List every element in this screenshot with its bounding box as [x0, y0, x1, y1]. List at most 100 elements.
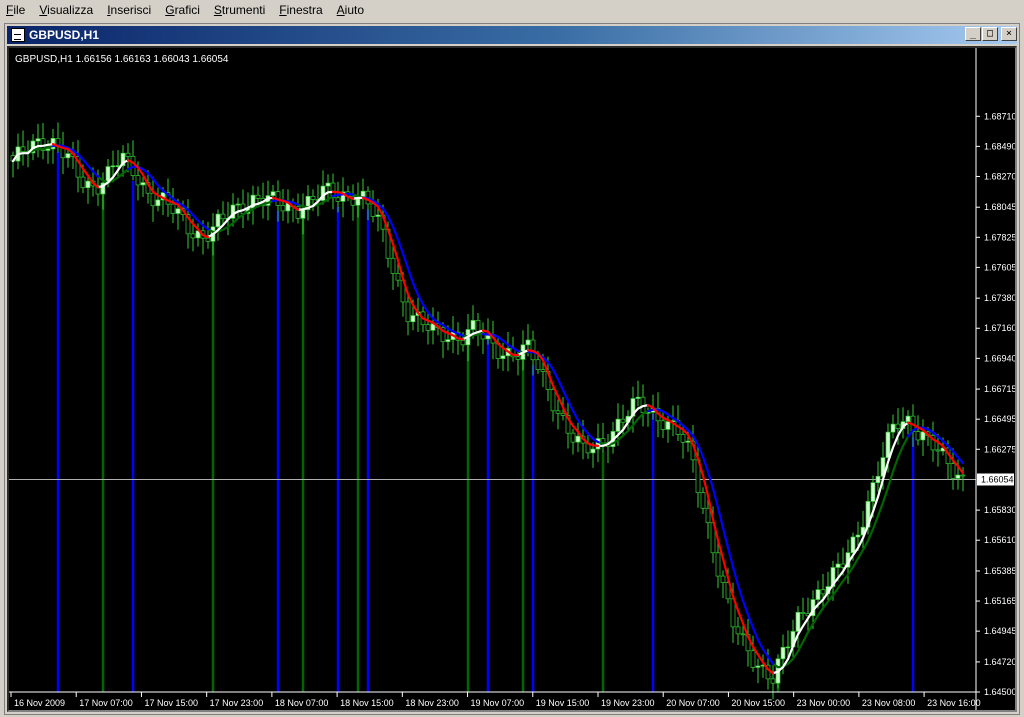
bear-candle [555, 410, 561, 414]
chart-window-icon [11, 28, 25, 42]
bull-candle [355, 198, 361, 206]
ma-white-line [11, 143, 910, 675]
bull-candle [65, 153, 71, 159]
time-axis-ticks: 16 Nov 2009 17 Nov 07:00 17 Nov 15:00 17 No… [10, 692, 981, 708]
bull-candle [375, 214, 381, 217]
bear-candle [405, 301, 411, 323]
bull-candle [780, 647, 786, 660]
time-tick-label: 16 Nov 2009 [14, 698, 65, 708]
bear-candle [425, 324, 431, 331]
bear-candle [750, 650, 756, 668]
maximize-button[interactable]: □ [982, 27, 998, 41]
bull-candle [525, 339, 531, 346]
time-tick-label: 23 Nov 00:00 [797, 698, 851, 708]
bull-candle [855, 534, 861, 538]
bear-candle [950, 463, 956, 479]
price-axis-ticks: 1.68710 1.68490 1.68270 1.68045 1.67825 1.676… [976, 111, 1017, 697]
chart-area[interactable]: GBPUSD,H1 1.66156 1.66163 1.66043 1.6605… [7, 46, 1017, 712]
price-tick-label: 1.66275 [984, 444, 1015, 454]
bull-candle [590, 448, 596, 454]
bear-candle [535, 359, 541, 371]
bull-candle [470, 320, 476, 330]
window-title: GBPUSD,H1 [29, 28, 100, 42]
bear-candle [560, 412, 566, 416]
bull-candle [875, 475, 881, 483]
price-chart[interactable]: GBPUSD,H1 1.66156 1.66163 1.66043 1.6605… [9, 48, 1017, 710]
chart-window: GBPUSD,H1 _ □ × GBPUSD,H1 1.66156 1.6616… [4, 23, 1020, 715]
price-tick-label: 1.65830 [984, 505, 1015, 515]
bear-candle [170, 203, 176, 214]
bull-candle [665, 421, 671, 430]
bear-candle [550, 389, 556, 412]
bull-candle [325, 182, 331, 187]
price-tick-label: 1.66495 [984, 414, 1015, 424]
bull-candle [215, 213, 221, 228]
close-button[interactable]: × [1001, 27, 1017, 41]
metatrader-app: File Visualizza Inserisci Grafici Strume… [0, 0, 1024, 717]
bear-candle [705, 507, 711, 524]
menu-view[interactable]: Visualizza [33, 0, 101, 20]
menu-file[interactable]: File [0, 0, 33, 20]
price-tick-label: 1.64945 [984, 626, 1015, 636]
price-tick-label: 1.68270 [984, 171, 1015, 181]
bear-candle [190, 233, 196, 239]
menu-charts[interactable]: Grafici [159, 0, 208, 20]
bull-candle [445, 339, 451, 343]
bear-candle [370, 203, 376, 217]
bull-candle [235, 203, 241, 206]
bull-candle [885, 431, 891, 458]
bull-candle [270, 191, 276, 196]
bear-candle [660, 420, 666, 430]
bear-candle [895, 423, 901, 429]
menu-insert[interactable]: Inserisci [101, 0, 159, 20]
window-titlebar[interactable]: GBPUSD,H1 _ □ × [7, 26, 1017, 44]
price-tick-label: 1.64720 [984, 657, 1015, 667]
menu-window[interactable]: Finestra [273, 0, 330, 20]
menu-tools[interactable]: Strumenti [208, 0, 273, 20]
bull-candle [155, 199, 161, 207]
time-tick-label: 17 Nov 15:00 [144, 698, 198, 708]
price-tick-label: 1.66715 [984, 384, 1015, 394]
current-price-value: 1.66054 [981, 474, 1014, 484]
price-tick-label: 1.65610 [984, 535, 1015, 545]
bull-candle [870, 482, 876, 502]
bear-candle [220, 213, 226, 220]
bear-candle [735, 626, 741, 635]
time-tick-label: 23 Nov 08:00 [862, 698, 916, 708]
minimize-button[interactable]: _ [965, 27, 981, 41]
bull-candle [110, 165, 116, 168]
price-tick-label: 1.68045 [984, 202, 1015, 212]
menu-help[interactable]: Aiuto [331, 0, 372, 20]
bear-candle [205, 237, 211, 242]
price-tick-label: 1.64500 [984, 687, 1015, 697]
bear-candle [135, 175, 141, 186]
price-tick-label: 1.67605 [984, 262, 1015, 272]
bull-candle [615, 418, 621, 432]
time-tick-label: 18 Nov 15:00 [340, 698, 394, 708]
bull-candle [575, 435, 581, 443]
bear-candle [935, 449, 941, 452]
bear-candle [460, 339, 466, 346]
bear-candle [800, 612, 806, 614]
time-tick-label: 19 Nov 15:00 [536, 698, 590, 708]
bull-candle [755, 665, 761, 668]
price-tick-label: 1.65165 [984, 596, 1015, 606]
ma-green-line [11, 144, 910, 669]
price-tick-label: 1.67825 [984, 232, 1015, 242]
bear-candle [515, 356, 521, 360]
price-tick-label: 1.68710 [984, 111, 1015, 121]
bull-candle [890, 423, 896, 433]
price-tick-label: 1.67160 [984, 323, 1015, 333]
menu-bar: File Visualizza Inserisci Grafici Strume… [0, 0, 1024, 20]
bear-candle [150, 192, 156, 207]
bear-candle [390, 257, 396, 274]
price-tick-label: 1.66940 [984, 353, 1015, 363]
bull-candle [685, 440, 691, 443]
bull-candle [905, 415, 911, 422]
time-tick-label: 17 Nov 23:00 [210, 698, 264, 708]
bear-candle [335, 197, 341, 202]
bull-candle [500, 355, 506, 359]
bull-candle [955, 474, 961, 479]
time-tick-label: 19 Nov 23:00 [601, 698, 655, 708]
bull-candle [635, 396, 641, 399]
